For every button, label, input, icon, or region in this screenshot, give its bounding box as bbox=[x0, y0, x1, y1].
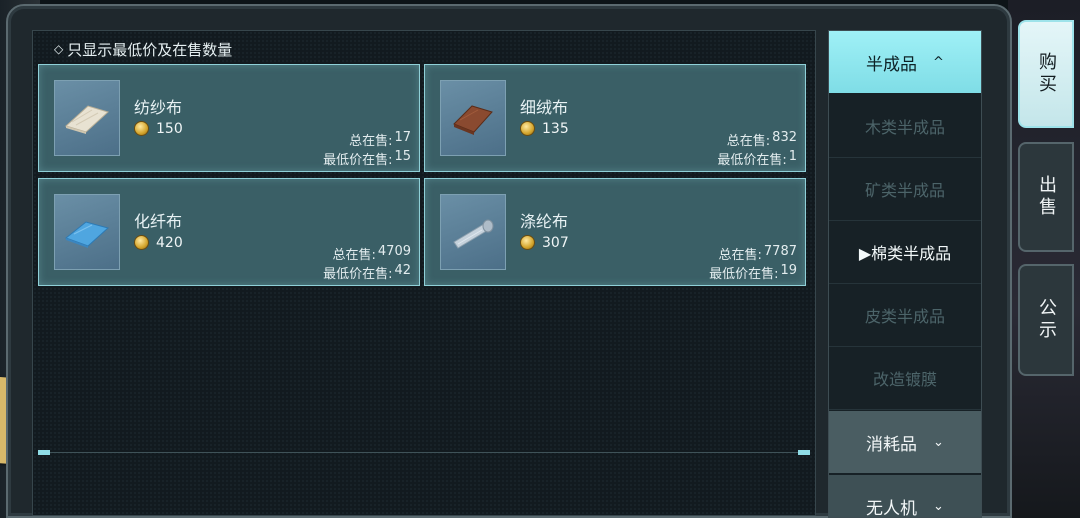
min-label: 最低价在售: bbox=[709, 267, 779, 282]
item-card[interactable]: 纺纱布 150 总在售: 17 最低价在售: 15 bbox=[38, 64, 420, 172]
subcategory-label: 矿类半成品 bbox=[864, 181, 945, 200]
item-card[interactable]: 涤纶布 307 总在售: 7787 最低价在售: 19 bbox=[424, 178, 806, 286]
item-card[interactable]: 细绒布 135 总在售: 832 最低价在售: 1 bbox=[424, 64, 806, 172]
subcategory-coating[interactable]: 改造镀膜 bbox=[829, 347, 981, 410]
polyester-cloth-icon bbox=[440, 194, 506, 270]
min-value: 42 bbox=[394, 263, 411, 278]
chevron-up-icon: ^ bbox=[933, 54, 944, 70]
list-divider bbox=[38, 452, 810, 453]
category-label: 消耗品 bbox=[866, 434, 918, 455]
subcategory-label: ▶棉类半成品 bbox=[858, 244, 952, 263]
synthetic-cloth-icon bbox=[54, 194, 120, 270]
chevron-down-icon: ⌄ bbox=[933, 498, 944, 514]
filter-label: 只显示最低价及在售数量 bbox=[67, 40, 233, 59]
tab-announcement[interactable]: 公示 bbox=[1018, 264, 1074, 376]
subcategory-ore[interactable]: 矿类半成品 bbox=[829, 158, 981, 221]
category-consumables[interactable]: 消耗品 ⌄ bbox=[829, 411, 981, 473]
filter-toggle[interactable]: ◇ 只显示最低价及在售数量 bbox=[54, 39, 232, 59]
subcategory-label: 皮类半成品 bbox=[864, 307, 945, 326]
tab-label: 出售 bbox=[1036, 175, 1057, 219]
category-drones[interactable]: 无人机 ⌄ bbox=[829, 475, 981, 518]
velvet-cloth-icon bbox=[440, 80, 506, 156]
subcategory-cotton[interactable]: ▶棉类半成品 bbox=[829, 221, 981, 284]
total-label: 总在售: bbox=[718, 248, 762, 263]
total-label: 总在售: bbox=[726, 134, 771, 149]
category-label: 半成品 bbox=[866, 54, 918, 75]
total-value: 7787 bbox=[763, 244, 797, 259]
item-price: 420 bbox=[156, 235, 183, 251]
divider-cap-right bbox=[798, 450, 810, 455]
lowest-price-on-sale: 最低价在售: 1 bbox=[717, 149, 797, 168]
subcategory-wood[interactable]: 木类半成品 bbox=[829, 95, 981, 158]
item-name: 涤纶布 bbox=[520, 212, 569, 231]
min-label: 最低价在售: bbox=[323, 267, 393, 282]
total-value: 4709 bbox=[377, 244, 411, 259]
lowest-price-on-sale: 最低价在售: 19 bbox=[709, 263, 797, 282]
total-label: 总在售: bbox=[332, 248, 376, 263]
item-name: 细绒布 bbox=[520, 98, 569, 117]
category-label: 无人机 bbox=[866, 498, 918, 518]
total-on-sale: 总在售: 832 bbox=[727, 130, 797, 149]
min-label: 最低价在售: bbox=[717, 153, 787, 168]
coin-icon bbox=[134, 235, 149, 250]
item-price: 135 bbox=[542, 121, 569, 137]
subcategory-label: 改造镀膜 bbox=[872, 370, 937, 389]
total-on-sale: 总在售: 7787 bbox=[719, 244, 797, 263]
category-panel: 半成品 ^ 木类半成品 矿类半成品 ▶棉类半成品 皮类半成品 改造镀膜 消耗品 … bbox=[828, 30, 982, 518]
min-value: 15 bbox=[394, 149, 411, 164]
tab-label: 公示 bbox=[1036, 298, 1057, 342]
lowest-price-on-sale: 最低价在售: 42 bbox=[323, 263, 411, 282]
min-value: 19 bbox=[780, 263, 797, 278]
item-card[interactable]: 化纤布 420 总在售: 4709 最低价在售: 42 bbox=[38, 178, 420, 286]
tab-label: 购买 bbox=[1036, 52, 1057, 96]
coin-icon bbox=[520, 121, 535, 136]
item-price: 150 bbox=[156, 121, 183, 137]
total-on-sale: 总在售: 17 bbox=[349, 130, 411, 149]
total-on-sale: 总在售: 4709 bbox=[333, 244, 411, 263]
coin-icon bbox=[134, 121, 149, 136]
coin-icon bbox=[520, 235, 535, 250]
total-value: 17 bbox=[394, 130, 411, 145]
total-label: 总在售: bbox=[349, 134, 393, 149]
lowest-price-on-sale: 最低价在售: 15 bbox=[323, 149, 411, 168]
yarn-cloth-icon bbox=[54, 80, 120, 156]
item-name: 化纤布 bbox=[134, 212, 183, 231]
tab-sell[interactable]: 出售 bbox=[1018, 142, 1074, 252]
item-name: 纺纱布 bbox=[134, 98, 183, 117]
tab-buy[interactable]: 购买 bbox=[1018, 20, 1074, 128]
category-semi-finished[interactable]: 半成品 ^ bbox=[829, 31, 981, 93]
chevron-down-icon: ⌄ bbox=[933, 434, 944, 450]
total-value: 832 bbox=[772, 130, 797, 145]
checkbox-icon[interactable]: ◇ bbox=[54, 42, 63, 56]
subcategory-leather[interactable]: 皮类半成品 bbox=[829, 284, 981, 347]
subcategory-label: 木类半成品 bbox=[864, 118, 945, 137]
divider-cap-left bbox=[38, 450, 50, 455]
min-label: 最低价在售: bbox=[323, 153, 393, 168]
item-price: 307 bbox=[542, 235, 569, 251]
min-value: 1 bbox=[788, 149, 797, 164]
